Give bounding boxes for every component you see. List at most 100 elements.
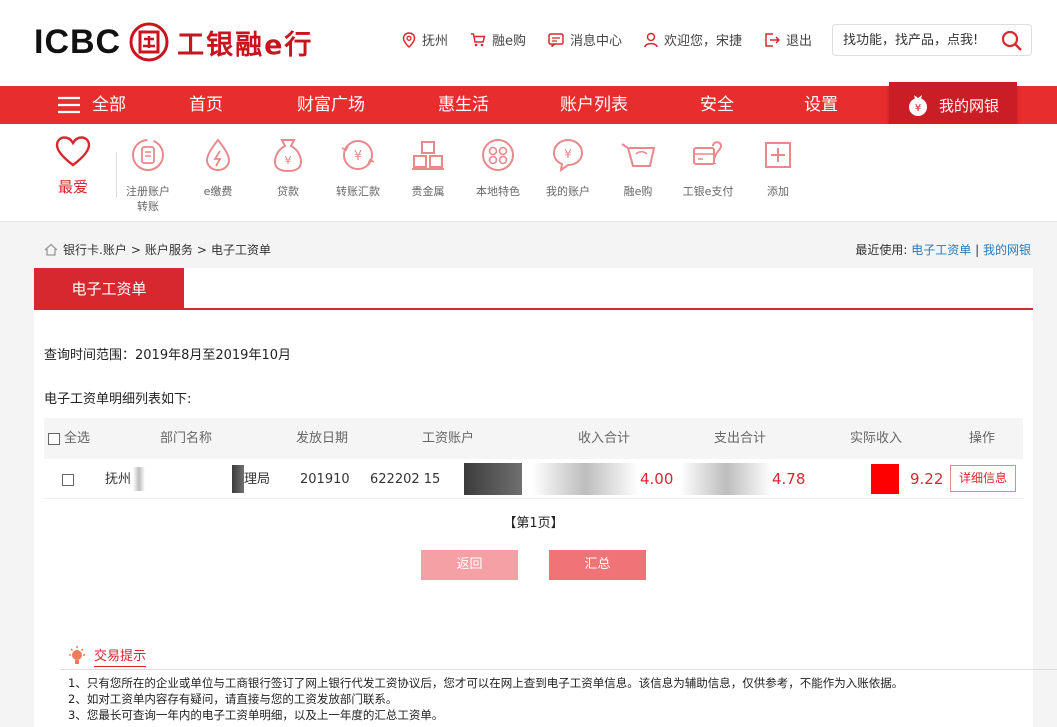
- payslip-panel: 电子工资单 查询时间范围：2019年8月至2019年10月 电子工资单明细列表如…: [34, 268, 1033, 633]
- search-input[interactable]: [833, 32, 993, 48]
- tip-item: 3、您最长可查询一年内的电子工资单明细，以及上一年度的汇总工资单。: [68, 708, 444, 722]
- recent-link-e-payslip[interactable]: 电子工资单: [911, 243, 971, 257]
- pay-date: 201910: [300, 472, 350, 487]
- nav-home[interactable]: 首页: [189, 86, 223, 124]
- recently-used: 最近使用: 电子工资单 | 我的网银: [855, 241, 1031, 258]
- detail-button[interactable]: 详细信息: [950, 465, 1016, 492]
- select-all[interactable]: 全选: [48, 418, 90, 459]
- favorite-label: 最爱: [57, 178, 88, 196]
- heart-icon: [55, 136, 91, 167]
- tips-title: 交易提示: [94, 645, 147, 667]
- actual-income: 9.22: [910, 470, 944, 488]
- nav-all-label: 全部: [92, 95, 126, 115]
- my-account-icon: ¥: [552, 138, 584, 173]
- breadcrumb-item[interactable]: 银行卡.账户: [63, 241, 127, 258]
- col-expense: 支出合计: [714, 431, 767, 446]
- table-row: 抚州 理局 201910 622202 15 4.00 4.78 9.22 详细…: [44, 459, 1023, 499]
- select-all-label: 全选: [64, 431, 91, 446]
- dept-name-start: 抚州: [105, 472, 132, 487]
- search-box: [832, 24, 1032, 56]
- select-all-checkbox[interactable]: [48, 432, 60, 445]
- quick-item-e-pay[interactable]: 工银e支付: [673, 136, 743, 199]
- breadcrumb-current: 电子工资单: [210, 243, 271, 257]
- transaction-tips: 交易提示 1、只有您所在的企业或单位与工商银行签订了网上银行代发工资协议后，您才…: [34, 633, 1057, 727]
- col-actual: 实际收入: [850, 431, 903, 446]
- col-income: 收入合计: [578, 431, 631, 446]
- back-button[interactable]: 返回: [421, 550, 518, 580]
- top-header: ICBC 工银融e行 抚州 融e购 消息中心 欢迎您，宋捷 退出: [0, 0, 1057, 86]
- nav-settings[interactable]: 设置: [804, 86, 838, 124]
- menu-icon: [58, 96, 80, 114]
- quick-item-label: 工银e支付: [682, 185, 734, 198]
- income-total: 4.00: [640, 470, 674, 488]
- svg-text:¥: ¥: [564, 147, 572, 161]
- quick-item-precious-metal[interactable]: 贵金属: [393, 136, 463, 199]
- message-icon: [548, 32, 564, 47]
- breadcrumb-item[interactable]: 账户服务: [145, 241, 193, 258]
- search-icon[interactable]: [1001, 30, 1023, 52]
- logout-icon: [765, 32, 781, 47]
- recent-link-my-bank[interactable]: 我的网银: [983, 243, 1031, 257]
- quick-item-label: 贵金属: [411, 185, 445, 198]
- precious-metal-icon: [412, 141, 444, 170]
- payslip-table: 全选 部门名称 发放日期 工资账户 收入合计 支出合计 实际收入 操作 抚州 理…: [44, 418, 1023, 499]
- redaction-mask: [871, 464, 899, 494]
- table-header: 全选 部门名称 发放日期 工资账户 收入合计 支出合计 实际收入 操作: [44, 418, 1023, 459]
- quick-item-label: e缴费: [203, 185, 233, 198]
- logo-cn-text: 工银融e行: [177, 29, 314, 61]
- tips-header: 交易提示: [66, 645, 147, 667]
- summary-button[interactable]: 汇总: [549, 550, 646, 580]
- redaction-mask: [532, 463, 638, 495]
- message-center-link[interactable]: 消息中心: [548, 30, 622, 49]
- e-shop-link[interactable]: 融e购: [470, 30, 526, 49]
- recent-separator: |: [975, 243, 980, 257]
- home-icon[interactable]: [44, 243, 58, 256]
- e-payment-icon: [205, 138, 231, 172]
- user-icon: [644, 32, 658, 47]
- tab-e-payslip[interactable]: 电子工资单: [34, 268, 184, 310]
- row-checkbox-cell[interactable]: [62, 459, 78, 500]
- icbc-logo[interactable]: ICBC 工银融e行: [34, 20, 313, 64]
- redaction-mask: [680, 463, 772, 495]
- location-link[interactable]: 抚州: [402, 30, 448, 49]
- quick-item-transfer[interactable]: ¥ 转账汇款: [323, 136, 393, 199]
- account-number: 622202 15: [370, 472, 441, 487]
- user-welcome-label: 欢迎您，宋捷: [664, 34, 743, 49]
- nav-life[interactable]: 惠生活: [438, 86, 489, 124]
- nav-wealth-square[interactable]: 财富广场: [297, 86, 365, 124]
- nav-security[interactable]: 安全: [700, 86, 734, 124]
- quick-item-loan[interactable]: ¥ 贷款: [253, 136, 323, 199]
- message-center-label: 消息中心: [570, 34, 623, 49]
- my-bank-button[interactable]: ¥ 我的网银: [889, 82, 1017, 128]
- quick-item-label: 我的账户: [546, 185, 590, 198]
- redaction-mask: [133, 467, 145, 491]
- col-dept: 部门名称: [160, 431, 213, 446]
- tip-item: 1、只有您所在的企业或单位与工商银行签订了网上银行代发工资协议后，您才可以在网上…: [68, 676, 904, 690]
- user-welcome[interactable]: 欢迎您，宋捷: [644, 30, 742, 49]
- redaction-mask: [232, 465, 244, 493]
- svg-text:¥: ¥: [915, 103, 921, 114]
- quick-item-register-transfer[interactable]: 注册账户 转账: [113, 136, 183, 214]
- e-shop-icon: [621, 143, 656, 167]
- quick-item-label: 融e购: [623, 185, 653, 198]
- col-account: 工资账户: [422, 431, 475, 446]
- query-range: 查询时间范围：2019年8月至2019年10月: [44, 348, 291, 363]
- local-feature-icon: [482, 139, 514, 171]
- recent-label: 最近使用:: [855, 243, 908, 257]
- quick-item-e-payment[interactable]: e缴费: [183, 136, 253, 199]
- svg-text:¥: ¥: [354, 149, 362, 164]
- main-nav: 全部 首页 财富广场 惠生活 账户列表 安全 设置 ¥ 我的网银: [0, 82, 1057, 128]
- lightbulb-icon: [69, 646, 85, 664]
- top-links: 抚州 融e购 消息中心 欢迎您，宋捷 退出: [402, 30, 834, 49]
- quick-item-my-account[interactable]: ¥ 我的账户: [533, 136, 603, 199]
- quick-item-local-feature[interactable]: 本地特色: [463, 136, 533, 199]
- logout-link[interactable]: 退出: [764, 30, 812, 49]
- quick-item-add[interactable]: 添加: [743, 136, 813, 199]
- location-label: 抚州: [422, 34, 449, 49]
- nav-account-list[interactable]: 账户列表: [560, 86, 628, 124]
- quick-item-e-shop[interactable]: 融e购: [603, 136, 673, 199]
- favorite-item[interactable]: 最爱: [50, 136, 96, 197]
- row-checkbox[interactable]: [62, 473, 74, 486]
- list-label: 电子工资单明细列表如下:: [44, 392, 192, 407]
- nav-all[interactable]: 全部: [58, 86, 126, 124]
